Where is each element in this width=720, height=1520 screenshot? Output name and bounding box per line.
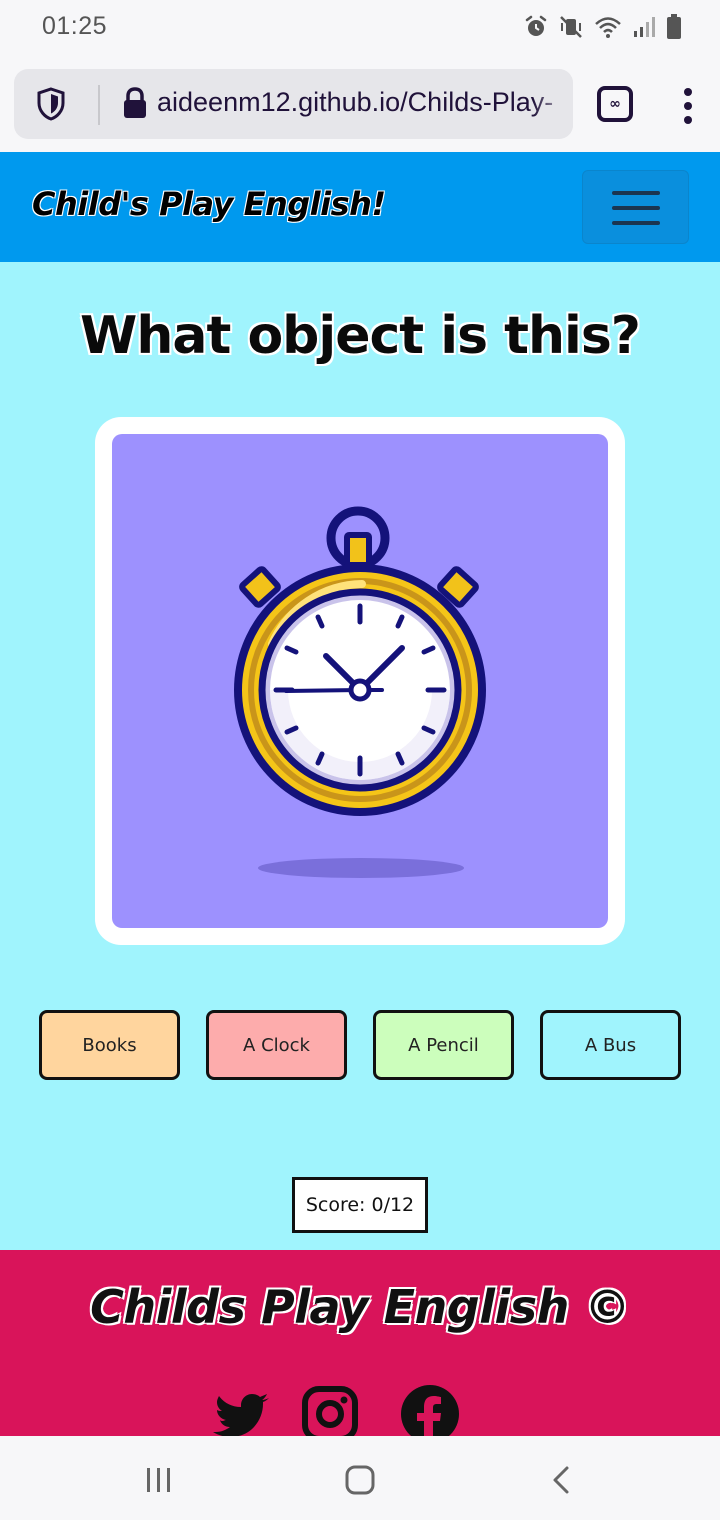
status-icons — [524, 14, 682, 44]
status-time: 01:25 — [42, 12, 108, 40]
vibrate-mute-icon — [558, 15, 584, 43]
back-icon[interactable] — [542, 1460, 582, 1500]
browser-toolbar: aideenm12.github.io/Childs-Play- ∞ — [0, 56, 720, 152]
score-display: Score: 0/12 — [292, 1177, 428, 1233]
navbar-brand[interactable]: Child's Play English! — [32, 185, 386, 223]
facebook-icon[interactable] — [400, 1384, 460, 1436]
quiz-image-frame — [95, 417, 625, 945]
quiz-image — [112, 434, 608, 928]
tabs-icon[interactable]: ∞ — [597, 86, 633, 122]
site-footer: Childs Play English © — [0, 1250, 720, 1436]
footer-title: Childs Play English © — [90, 1280, 630, 1334]
home-icon[interactable] — [340, 1460, 380, 1500]
url-fade — [533, 69, 573, 139]
status-bar: 01:25 — [0, 0, 720, 56]
answer-button-bus[interactable]: A Bus — [540, 1010, 681, 1080]
navbar-toggle-button[interactable] — [582, 170, 689, 244]
recent-apps-icon[interactable] — [139, 1460, 179, 1500]
system-navigation-bar — [0, 1436, 720, 1520]
answer-button-clock[interactable]: A Clock — [206, 1010, 347, 1080]
alarm-icon — [524, 15, 548, 43]
wifi-icon — [594, 15, 622, 43]
more-vert-icon[interactable] — [680, 86, 696, 126]
quiz-question: What object is this? — [80, 306, 641, 366]
lock-icon[interactable] — [122, 87, 148, 119]
url-divider — [98, 85, 100, 125]
answer-button-pencil[interactable]: A Pencil — [373, 1010, 514, 1080]
signal-icon — [632, 15, 656, 43]
instagram-icon[interactable] — [300, 1384, 360, 1436]
shield-icon[interactable] — [36, 87, 66, 121]
stopwatch-icon — [234, 506, 486, 878]
answer-button-books[interactable]: Books — [39, 1010, 180, 1080]
url-bar[interactable]: aideenm12.github.io/Childs-Play- — [14, 69, 573, 139]
url-text[interactable]: aideenm12.github.io/Childs-Play- — [157, 87, 561, 118]
quiz-section: What object is this? Books A Clock A Pen… — [0, 262, 720, 1250]
site-navbar: Child's Play English! — [0, 152, 720, 262]
twitter-icon[interactable] — [213, 1384, 273, 1436]
answer-buttons: Books A Clock A Pencil A Bus — [0, 1010, 720, 1080]
battery-icon — [666, 14, 682, 44]
page: 01:25 aideenm12.github.io/Childs-Play- ∞… — [0, 0, 720, 1520]
